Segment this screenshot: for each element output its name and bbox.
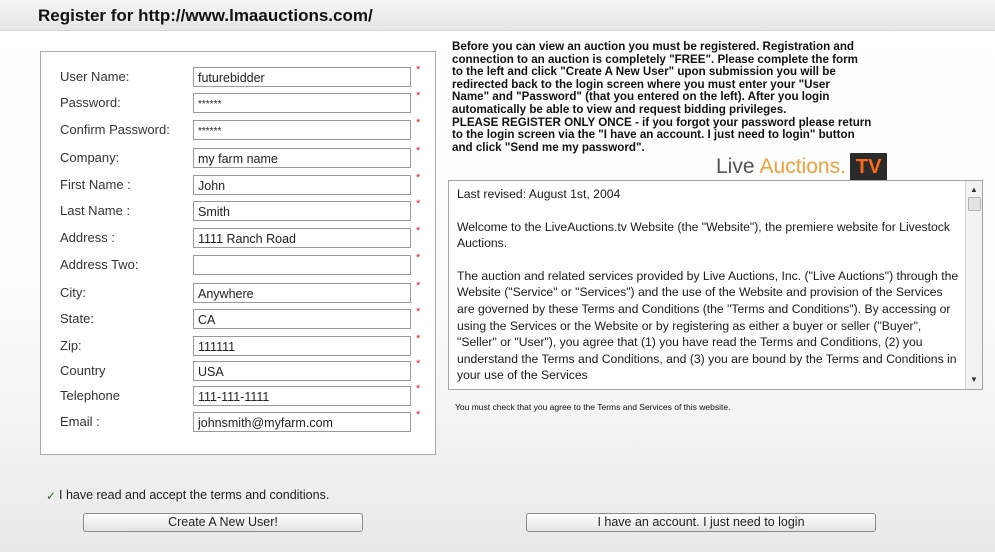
title-bar: Register for http://www.lmaauctions.com/ <box>0 0 995 31</box>
live-auctions-tv-logo: Live Auctions . TV <box>716 152 888 182</box>
form-row-confirm-password: Confirm Password: ****** * <box>41 117 435 144</box>
last-name-label: Last Name : <box>60 203 131 218</box>
zip-input[interactable]: 111111 <box>193 336 411 356</box>
required-marker: * <box>416 117 421 129</box>
terms-content: Last revised: August 1st, 2004 Welcome t… <box>457 186 962 389</box>
scroll-down-arrow-icon[interactable]: ▼ <box>966 373 982 387</box>
state-input[interactable]: CA <box>193 309 411 329</box>
city-input[interactable]: Anywhere <box>193 283 411 303</box>
zip-label: Zip: <box>60 338 82 353</box>
password-input[interactable]: ****** <box>193 93 411 113</box>
country-input[interactable]: USA <box>193 361 411 381</box>
terms-scrollbar[interactable]: ▲ ▼ <box>965 181 982 389</box>
form-row-first-name: First Name : John * <box>41 172 435 199</box>
state-label: State: <box>60 311 94 326</box>
username-label: User Name: <box>60 69 130 84</box>
form-row-telephone: Telephone 111-111-1111 * <box>41 383 435 410</box>
required-marker: * <box>416 90 421 102</box>
registration-form: User Name: futurebidder * Password: ****… <box>40 51 436 455</box>
form-row-company: Company: my farm name * <box>41 145 435 172</box>
logo-dot: . <box>840 155 846 178</box>
required-marker: * <box>416 198 421 210</box>
form-row-password: Password: ****** * <box>41 90 435 117</box>
username-input[interactable]: futurebidder <box>193 67 411 87</box>
required-marker: * <box>416 383 421 395</box>
telephone-label: Telephone <box>60 388 120 403</box>
required-marker: * <box>416 145 421 157</box>
required-marker: * <box>416 172 421 184</box>
form-row-email: Email : johnsmith@myfarm.com * <box>41 409 435 436</box>
logo-tv-badge: TV <box>849 153 888 181</box>
city-label: City: <box>60 285 86 300</box>
form-row-city: City: Anywhere * <box>41 280 435 307</box>
required-marker: * <box>416 333 421 345</box>
telephone-input[interactable]: 111-111-1111 <box>193 386 411 406</box>
required-marker: * <box>416 280 421 292</box>
required-marker: * <box>416 225 421 237</box>
first-name-label: First Name : <box>60 177 131 192</box>
form-row-state: State: CA * <box>41 306 435 333</box>
form-row-username: User Name: futurebidder * <box>41 64 435 91</box>
accept-terms-checkbox[interactable]: ✓ <box>46 490 57 502</box>
confirm-password-label: Confirm Password: <box>60 122 170 137</box>
company-label: Company: <box>60 150 120 165</box>
address-two-label: Address Two: <box>60 257 139 272</box>
create-new-user-button[interactable]: Create A New User! <box>83 513 363 532</box>
company-input[interactable]: my farm name <box>193 148 411 168</box>
required-marker: * <box>416 306 421 318</box>
first-name-input[interactable]: John <box>193 175 411 195</box>
form-row-last-name: Last Name : Smith * <box>41 198 435 225</box>
registration-instructions: Before you can view an auction you must … <box>452 40 872 154</box>
form-row-zip: Zip: 111111 * <box>41 333 435 360</box>
address-label: Address : <box>60 230 115 245</box>
form-row-address: Address : 1111 Ranch Road * <box>41 225 435 252</box>
address-input[interactable]: 1111 Ranch Road <box>193 228 411 248</box>
page-title: Register for http://www.lmaauctions.com/ <box>38 6 373 25</box>
accept-terms-row[interactable]: ✓ I have read and accept the terms and c… <box>46 488 329 502</box>
form-row-country: Country USA * <box>41 358 435 385</box>
confirm-password-input[interactable]: ****** <box>193 120 411 140</box>
country-label: Country <box>60 363 106 378</box>
logo-auctions-text: Auctions <box>759 155 841 178</box>
logo-live-text: Live <box>716 155 755 178</box>
email-label: Email : <box>60 414 100 429</box>
terms-textarea[interactable]: Last revised: August 1st, 2004 Welcome t… <box>448 180 983 390</box>
scroll-up-arrow-icon[interactable]: ▲ <box>966 183 982 197</box>
terms-paragraph: The auction and related services provide… <box>457 268 959 383</box>
scroll-thumb[interactable] <box>968 197 981 211</box>
form-row-address-two: Address Two: * <box>41 252 435 279</box>
required-marker: * <box>416 252 421 264</box>
terms-paragraph: Welcome to the LiveAuctions.tv Website (… <box>457 219 950 251</box>
required-marker: * <box>416 358 421 370</box>
address-two-input[interactable] <box>193 255 411 275</box>
required-marker: * <box>416 409 421 421</box>
accept-terms-label: I have read and accept the terms and con… <box>59 488 330 502</box>
email-input[interactable]: johnsmith@myfarm.com <box>193 412 411 432</box>
password-label: Password: <box>60 95 121 110</box>
terms-paragraph: Last revised: August 1st, 2004 <box>457 187 621 201</box>
last-name-input[interactable]: Smith <box>193 201 411 221</box>
terms-agreement-note: You must check that you agree to the Ter… <box>455 402 731 412</box>
required-marker: * <box>416 64 421 76</box>
login-button[interactable]: I have an account. I just need to login <box>526 513 876 532</box>
